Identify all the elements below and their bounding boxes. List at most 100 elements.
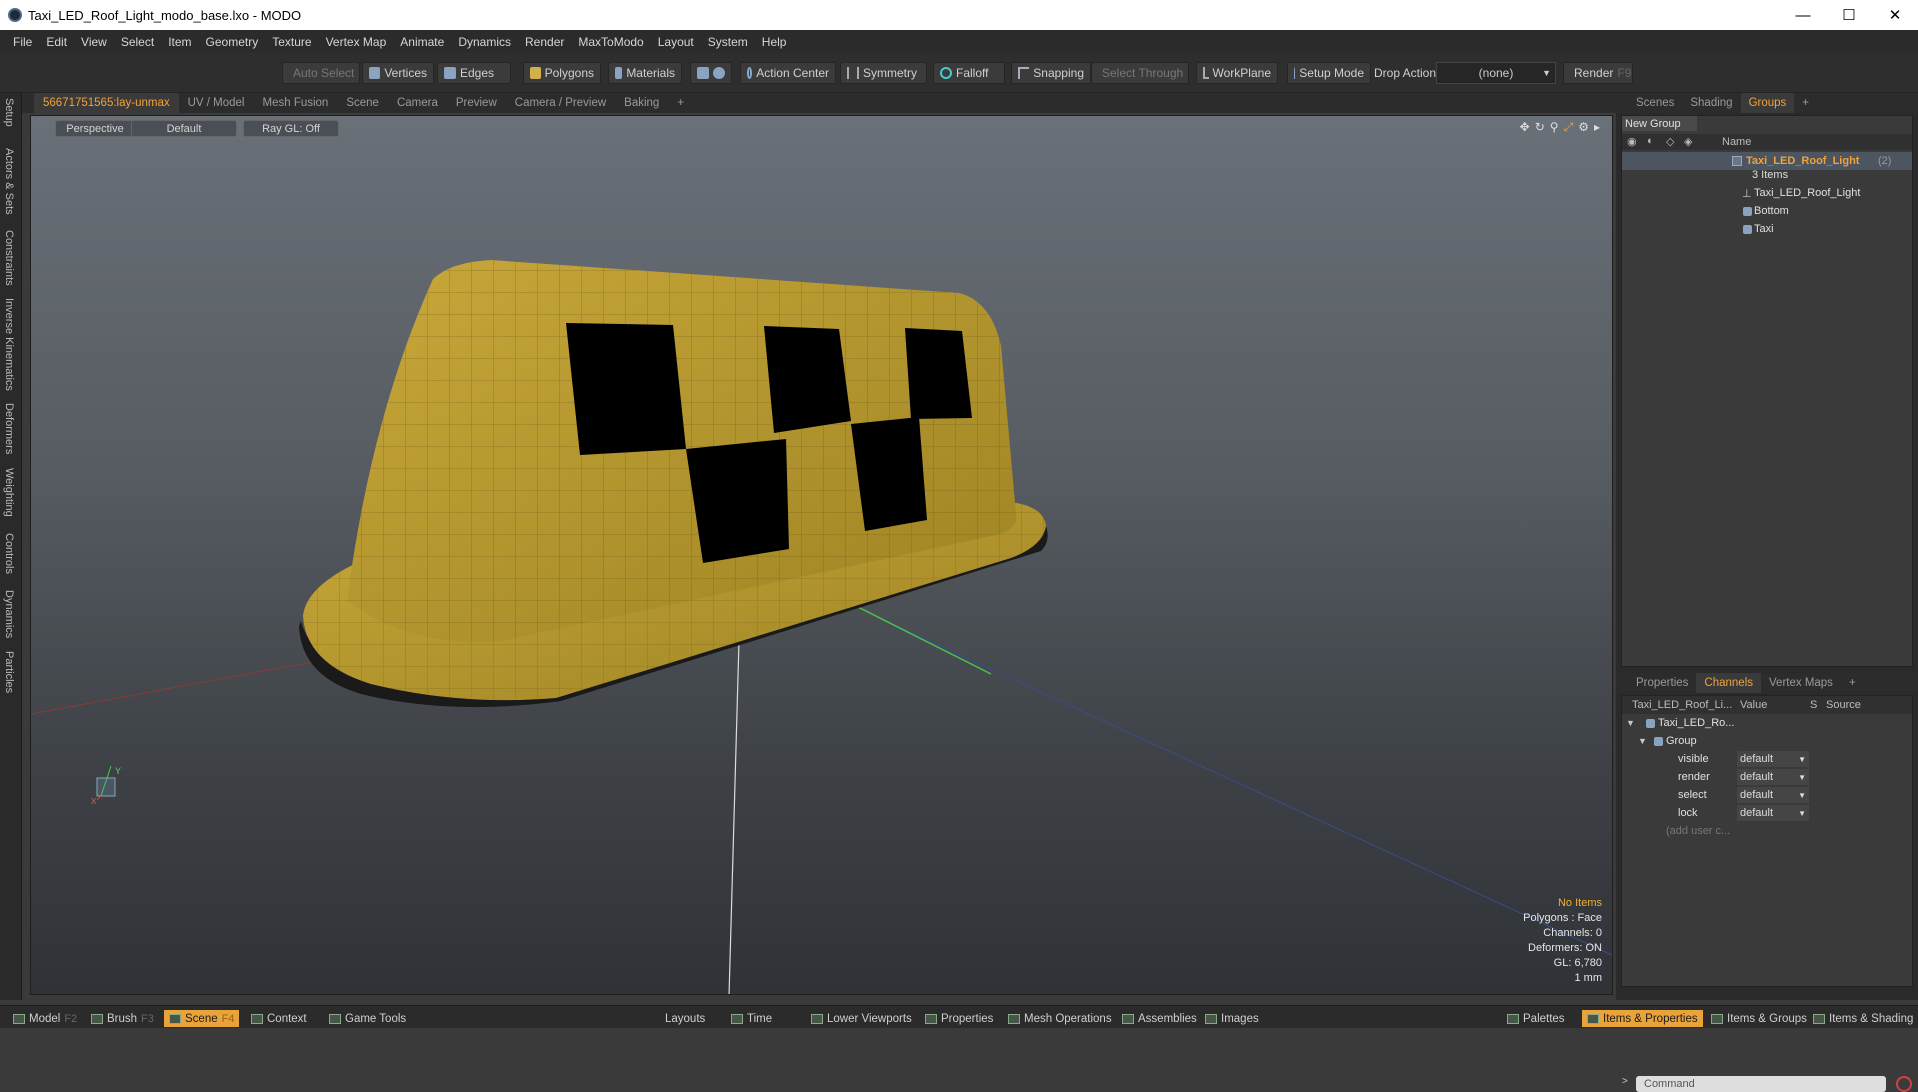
- tab-properties[interactable]: Properties: [1628, 673, 1696, 693]
- select-through-button[interactable]: Select Through: [1091, 62, 1189, 84]
- layout-icon: [169, 1013, 181, 1024]
- polygons-button[interactable]: Polygons: [523, 62, 601, 84]
- symmetry-button[interactable]: Symmetry: [840, 62, 927, 84]
- add-panel-tab-button[interactable]: +: [1841, 673, 1864, 693]
- properties-button[interactable]: Properties: [920, 1010, 998, 1027]
- close-button[interactable]: ✕: [1872, 0, 1918, 30]
- palettes-button[interactable]: Palettes: [1502, 1010, 1570, 1027]
- menu-vertex-map[interactable]: Vertex Map: [319, 35, 394, 49]
- time-button[interactable]: Time: [726, 1010, 777, 1027]
- workplane-button[interactable]: WorkPlane: [1196, 62, 1278, 84]
- snapping-button[interactable]: Snapping: [1011, 62, 1091, 84]
- tab-camera[interactable]: Camera: [388, 93, 447, 113]
- tab-controls[interactable]: Controls: [3, 533, 15, 574]
- items-properties-tab[interactable]: Items & Properties: [1582, 1010, 1703, 1027]
- menu-file[interactable]: File: [6, 35, 39, 49]
- select-mode-icons[interactable]: [690, 62, 732, 84]
- tab-layout-unmax[interactable]: 56671751565:lay-unmax: [34, 93, 179, 113]
- assemblies-button[interactable]: Assemblies: [1117, 1010, 1202, 1027]
- new-group-button[interactable]: New Group: [1622, 116, 1697, 131]
- maximize-button[interactable]: ☐: [1826, 0, 1872, 30]
- add-user-channel-row[interactable]: (add user c...: [1622, 822, 1912, 840]
- menu-geometry[interactable]: Geometry: [199, 35, 266, 49]
- command-input[interactable]: Command: [1636, 1076, 1886, 1092]
- channel-row[interactable]: lock default ▼: [1622, 804, 1912, 822]
- minimize-button[interactable]: —: [1780, 0, 1826, 30]
- channel-group-row[interactable]: ▼ Group: [1622, 732, 1912, 750]
- drop-action-select[interactable]: (none) ▼: [1436, 62, 1556, 84]
- tab-vertex-maps[interactable]: Vertex Maps: [1761, 673, 1841, 693]
- channel-value-select[interactable]: default ▼: [1737, 787, 1809, 803]
- falloff-button[interactable]: Falloff: [933, 62, 1005, 84]
- layout-icon: [811, 1013, 823, 1024]
- lower-viewports-button[interactable]: Lower Viewports: [806, 1010, 917, 1027]
- group-item-row[interactable]: ⊥ Taxi_LED_Roof_Light: [1622, 184, 1912, 202]
- menu-view[interactable]: View: [74, 35, 114, 49]
- menu-texture[interactable]: Texture: [265, 35, 318, 49]
- channel-row[interactable]: render default ▼: [1622, 768, 1912, 786]
- tab-camera-preview[interactable]: Camera / Preview: [506, 93, 615, 113]
- channel-value-select[interactable]: default ▼: [1737, 751, 1809, 767]
- layouts-button[interactable]: Layouts: [660, 1010, 710, 1027]
- expand-icon[interactable]: ▼: [1638, 736, 1647, 746]
- menu-animate[interactable]: Animate: [393, 35, 451, 49]
- layout-icon: [1122, 1013, 1134, 1024]
- items-shading-tab[interactable]: Items & Shading: [1808, 1010, 1918, 1027]
- auto-select-button[interactable]: Auto Select: [282, 62, 360, 84]
- menu-edit[interactable]: Edit: [39, 35, 74, 49]
- add-panel-tab-button[interactable]: +: [1794, 93, 1817, 113]
- expand-icon[interactable]: ▼: [1626, 718, 1635, 728]
- record-icon[interactable]: [1896, 1076, 1912, 1092]
- menu-help[interactable]: Help: [755, 35, 794, 49]
- menu-system[interactable]: System: [701, 35, 755, 49]
- tab-inverse-kinematics[interactable]: Inverse Kinematics: [3, 298, 15, 391]
- layout-game-tools-tab[interactable]: Game Tools: [324, 1010, 411, 1027]
- falloff-icon: [940, 67, 952, 79]
- images-button[interactable]: Images: [1200, 1010, 1264, 1027]
- menu-select[interactable]: Select: [114, 35, 161, 49]
- channel-value-select[interactable]: default ▼: [1737, 805, 1809, 821]
- 3d-viewport[interactable]: Perspective Default Ray GL: Off ✥ ↻ ⚲ ⤢ …: [30, 115, 1613, 995]
- render-button[interactable]: Render F9: [1563, 62, 1633, 84]
- menu-layout[interactable]: Layout: [651, 35, 701, 49]
- tab-actors-sets[interactable]: Actors & Sets: [3, 148, 15, 215]
- group-item-row[interactable]: Bottom: [1622, 202, 1912, 220]
- menu-item[interactable]: Item: [161, 35, 198, 49]
- action-center-button[interactable]: Action Center: [740, 62, 836, 84]
- channel-row[interactable]: visible default ▼: [1622, 750, 1912, 768]
- channel-value-select[interactable]: default ▼: [1737, 769, 1809, 785]
- menu-dynamics[interactable]: Dynamics: [451, 35, 518, 49]
- layout-model-tab[interactable]: Model F2: [8, 1010, 82, 1027]
- edges-button[interactable]: Edges: [437, 62, 511, 84]
- tab-preview[interactable]: Preview: [447, 93, 506, 113]
- layout-scene-tab[interactable]: Scene F4: [164, 1010, 240, 1027]
- menu-maxtomodo[interactable]: MaxToModo: [571, 35, 650, 49]
- layout-brush-tab[interactable]: Brush F3: [86, 1010, 159, 1027]
- tab-weighting[interactable]: Weighting: [3, 468, 15, 517]
- tab-scene[interactable]: Scene: [337, 93, 388, 113]
- items-groups-tab[interactable]: Items & Groups: [1706, 1010, 1812, 1027]
- channel-row[interactable]: select default ▼: [1622, 786, 1912, 804]
- tab-channels[interactable]: Channels: [1696, 673, 1762, 693]
- group-item-row[interactable]: Taxi: [1622, 220, 1912, 238]
- mesh-operations-button[interactable]: Mesh Operations: [1003, 1010, 1117, 1027]
- menu-render[interactable]: Render: [518, 35, 571, 49]
- channel-root-row[interactable]: ▼ Taxi_LED_Ro...: [1622, 714, 1912, 732]
- tab-constraints[interactable]: Constraints: [3, 230, 15, 286]
- tab-scenes[interactable]: Scenes: [1628, 93, 1682, 113]
- tab-shading[interactable]: Shading: [1682, 93, 1740, 113]
- vertices-button[interactable]: Vertices: [362, 62, 434, 84]
- add-tab-button[interactable]: +: [668, 93, 693, 113]
- tab-particles[interactable]: Particles: [3, 651, 15, 693]
- tab-baking[interactable]: Baking: [615, 93, 668, 113]
- layout-context-tab[interactable]: Context: [246, 1010, 312, 1027]
- tab-dynamics[interactable]: Dynamics: [3, 590, 15, 638]
- tab-mesh-fusion[interactable]: Mesh Fusion: [254, 93, 338, 113]
- tab-groups[interactable]: Groups: [1740, 93, 1795, 113]
- tab-uv-model[interactable]: UV / Model: [179, 93, 254, 113]
- setup-mode-button[interactable]: Setup Mode: [1287, 62, 1371, 84]
- materials-button[interactable]: Materials: [608, 62, 682, 84]
- name-column-header[interactable]: Name: [1722, 136, 1751, 148]
- tab-setup[interactable]: Setup: [3, 98, 15, 127]
- tab-deformers[interactable]: Deformers: [3, 403, 15, 454]
